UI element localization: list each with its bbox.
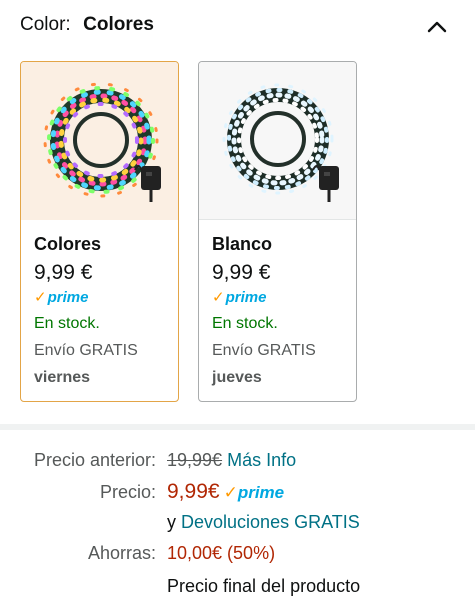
prime-badge: ✓prime bbox=[34, 287, 172, 309]
variant-image-blanco bbox=[199, 62, 356, 220]
chevron-up-icon[interactable] bbox=[426, 16, 448, 38]
stock-status: En stock. bbox=[34, 315, 100, 332]
prime-label: prime bbox=[237, 483, 285, 502]
variant-name: Colores bbox=[34, 234, 102, 254]
shipping-info: Envío GRATIS bbox=[212, 342, 316, 359]
shipping-info: Envío GRATIS bbox=[34, 342, 138, 359]
returns-prefix: y bbox=[167, 512, 176, 532]
final-price-row: Precio final del producto bbox=[0, 572, 475, 600]
prime-check-icon: ✓ bbox=[223, 483, 238, 502]
final-price-note: Precio final del producto bbox=[167, 576, 361, 596]
savings-amount: 10,00€ (50%) bbox=[167, 543, 276, 563]
prime-badge: ✓prime bbox=[212, 287, 350, 309]
savings-row: Ahorras: 10,00€ (50%) bbox=[0, 539, 475, 567]
light-string-wreath bbox=[43, 82, 159, 198]
free-returns-link[interactable]: Devoluciones GRATIS bbox=[181, 512, 360, 532]
color-selector-header: Color: Colores bbox=[20, 14, 460, 42]
variant-price: 9,99 € bbox=[34, 261, 93, 284]
variant-name: Blanco bbox=[212, 234, 273, 254]
prime-label: prime bbox=[225, 289, 267, 306]
price-label: Precio: bbox=[99, 482, 156, 502]
more-info-link[interactable]: Más Info bbox=[227, 450, 296, 470]
savings-label: Ahorras: bbox=[87, 543, 156, 563]
delivery-day: jueves bbox=[212, 369, 262, 386]
prime-label: prime bbox=[47, 289, 89, 306]
variant-card-blanco[interactable]: Blanco 9,99 € ✓prime En stock. Envío GRA… bbox=[198, 61, 357, 402]
light-string-wreath bbox=[222, 83, 334, 195]
stock-status: En stock. bbox=[212, 315, 278, 332]
price-row: Precio: 9,99€ ✓prime bbox=[0, 478, 475, 506]
previous-price-row: Precio anterior: 19,99€ Más Info bbox=[0, 446, 475, 474]
delivery-day: viernes bbox=[34, 369, 91, 386]
prime-badge: ✓prime bbox=[224, 483, 285, 502]
section-divider bbox=[0, 424, 475, 430]
variant-image-colores bbox=[21, 62, 178, 220]
previous-price: 19,99€ bbox=[167, 450, 223, 470]
prime-check-icon: ✓ bbox=[34, 289, 47, 306]
variant-card-colores[interactable]: Colores 9,99 € ✓prime En stock. Envío GR… bbox=[20, 61, 179, 402]
variant-price: 9,99 € bbox=[212, 261, 271, 284]
selected-color-value: Colores bbox=[83, 14, 154, 35]
color-label: Color: bbox=[20, 14, 71, 35]
previous-price-label: Precio anterior: bbox=[33, 450, 156, 470]
returns-row: y Devoluciones GRATIS bbox=[0, 508, 475, 536]
current-price: 9,99€ bbox=[167, 480, 220, 503]
prime-check-icon: ✓ bbox=[212, 289, 225, 306]
